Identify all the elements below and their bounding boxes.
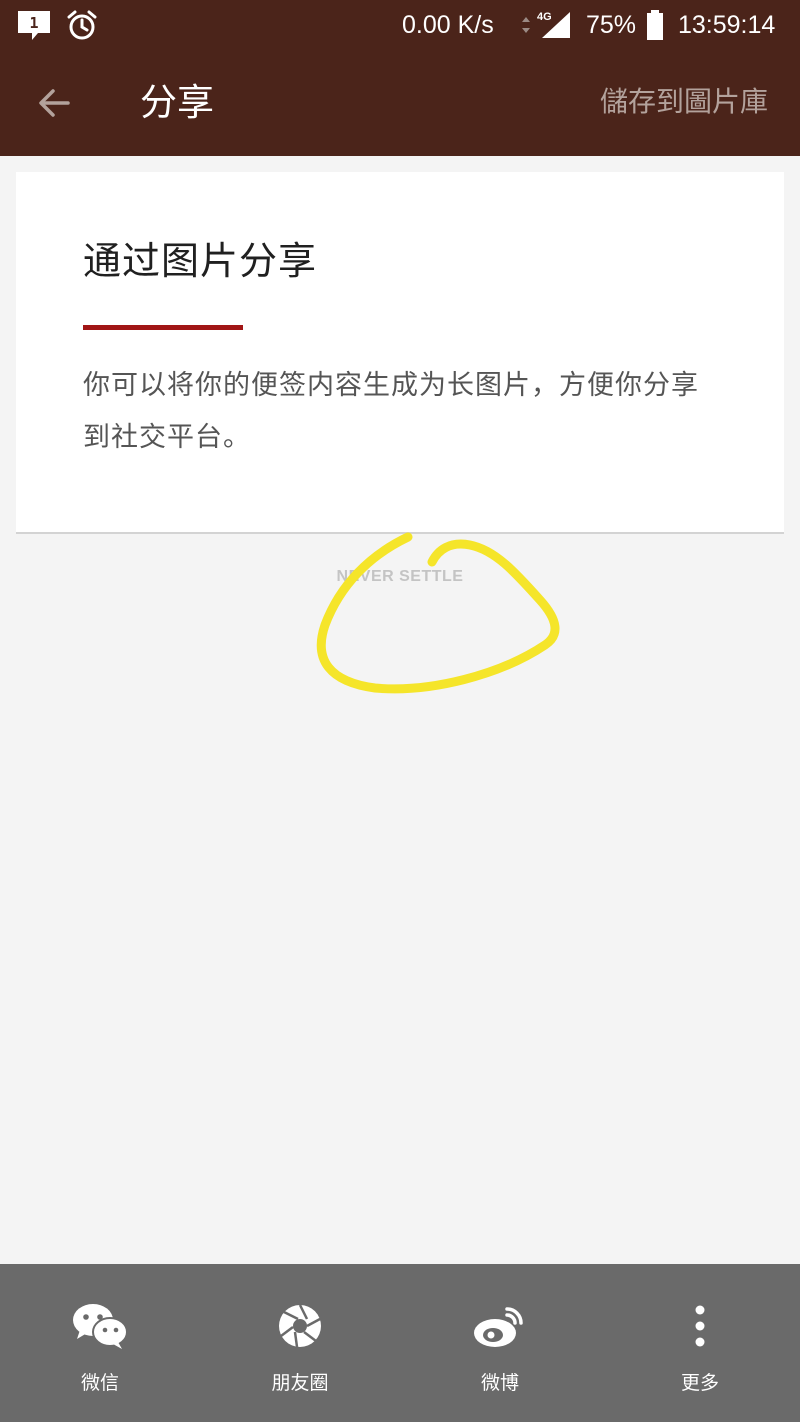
share-weibo-button[interactable]: 微博: [400, 1264, 600, 1422]
arrow-left-icon: [39, 89, 70, 117]
notification-icon: 1: [16, 0, 52, 50]
back-button[interactable]: [26, 75, 82, 131]
share-wechat-button[interactable]: 微信: [0, 1264, 200, 1422]
more-vertical-icon: [670, 1296, 730, 1356]
network-type: 4G: [537, 11, 552, 23]
page-title: 分享: [140, 81, 214, 124]
share-bar: 微信 朋友圈 微博 更多: [0, 1264, 800, 1422]
alarm-icon: [66, 0, 98, 50]
share-more-label: 更多: [680, 1372, 719, 1394]
battery-icon: [646, 0, 664, 50]
signal-icon: 4G: [536, 0, 574, 50]
weibo-icon: [470, 1296, 530, 1356]
network-speed: 0.00 K/s: [402, 10, 494, 39]
share-moments-label: 朋友圈: [271, 1372, 329, 1394]
moments-icon: [270, 1296, 330, 1356]
notification-count: 1: [29, 14, 38, 32]
share-more-button[interactable]: 更多: [600, 1264, 800, 1422]
clock: 13:59:14: [678, 10, 776, 39]
battery-percent: 75%: [586, 10, 637, 39]
share-info-card: 通过图片分享 你可以将你的便签内容生成为长图片，方便你分享到社交平台。: [16, 172, 784, 532]
data-arrows-icon: [520, 0, 532, 50]
card-accent-line: [83, 325, 243, 330]
card-divider: [16, 532, 784, 534]
wechat-icon: [70, 1296, 130, 1356]
toolbar: 分享 儲存到圖片庫: [0, 50, 800, 156]
card-title: 通过图片分享: [83, 239, 318, 283]
status-bar: 1 0.00 K/s 4G 75% 13:59:14: [0, 0, 800, 50]
card-description: 你可以将你的便签内容生成为长图片，方便你分享到社交平台。: [83, 370, 699, 453]
watermark: NEVER SETTLE: [336, 568, 464, 585]
share-moments-button[interactable]: 朋友圈: [200, 1264, 400, 1422]
share-wechat-label: 微信: [80, 1372, 119, 1394]
share-screen: 1 0.00 K/s 4G 75% 13:59:14 分享 儲存到圖片庫 通过图…: [0, 0, 800, 1422]
save-to-gallery-button[interactable]: 儲存到圖片庫: [600, 82, 768, 122]
share-weibo-label: 微博: [480, 1372, 519, 1394]
